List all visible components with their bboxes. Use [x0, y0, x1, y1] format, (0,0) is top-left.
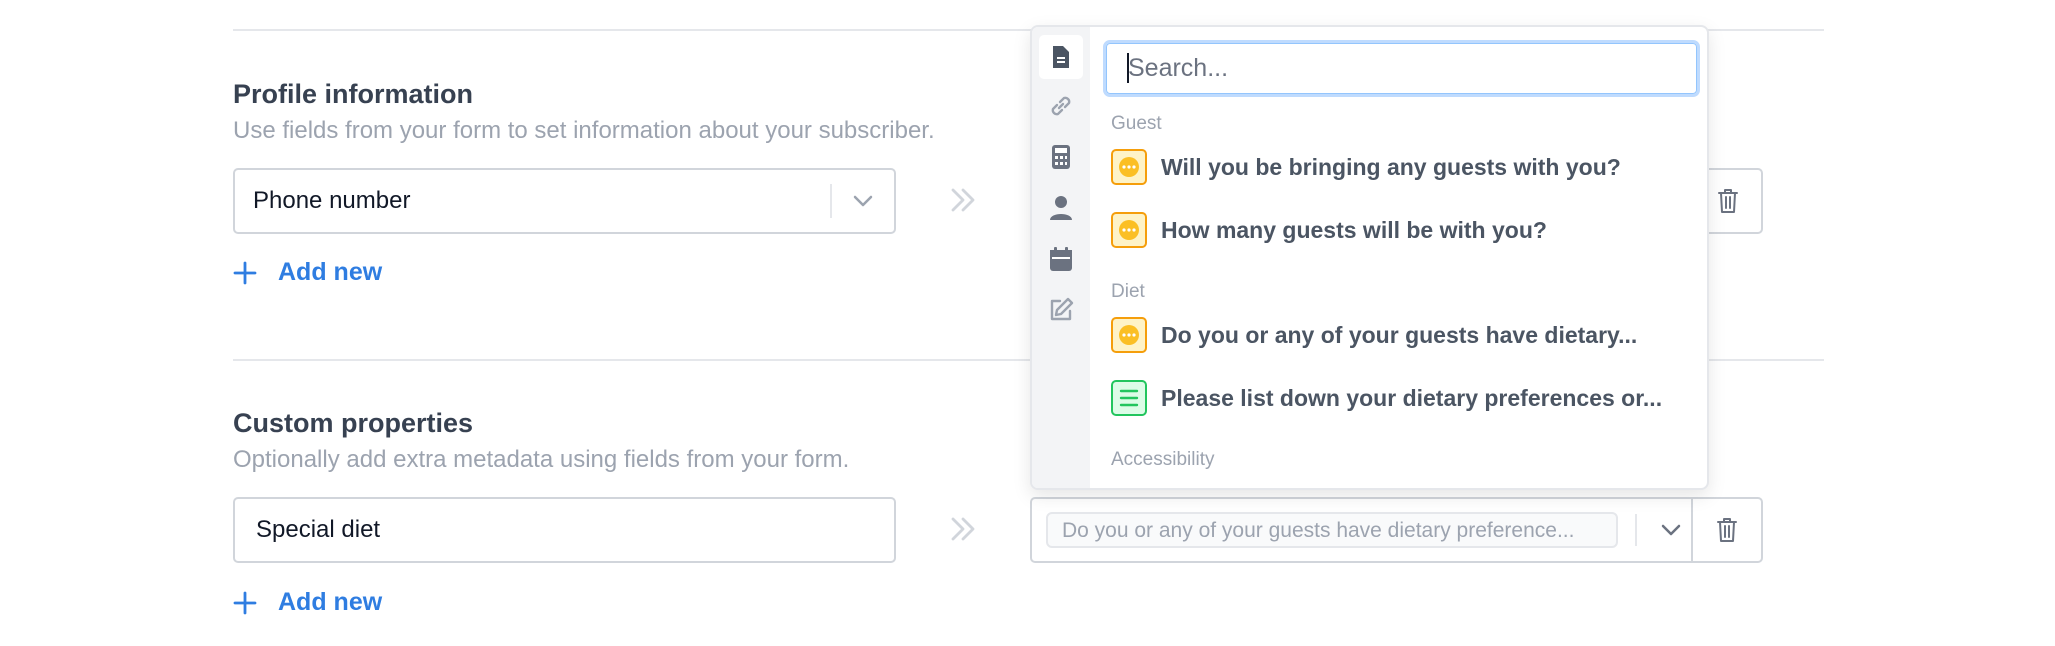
multiple-choice-icon	[1111, 149, 1147, 185]
option-label: Please list down your dietary preference…	[1161, 384, 1663, 411]
mapped-field-chip[interactable]: Do you or any of your guests have dietar…	[1046, 512, 1618, 548]
profile-field-select[interactable]: Phone number	[233, 168, 896, 234]
trash-icon	[1717, 518, 1737, 542]
field-picker-dropdown[interactable]: Guest Will you be bringing any guests wi…	[1030, 25, 1709, 490]
profile-field-value: Phone number	[253, 187, 411, 214]
profile-section-description: Use fields from your form to set informa…	[233, 117, 935, 144]
profile-add-new-button[interactable]: Add new	[232, 258, 382, 287]
custom-field-value: Special diet	[256, 516, 381, 543]
plus-icon	[233, 591, 257, 614]
chevron-down-icon[interactable]	[832, 194, 894, 208]
custom-delete-button[interactable]	[1691, 499, 1761, 561]
option-dietary-restrictions[interactable]: Do you or any of your guests have dietar…	[1111, 317, 1637, 353]
group-label-accessibility: Accessibility	[1111, 449, 1215, 470]
group-label-diet: Diet	[1111, 281, 1145, 302]
double-chevron-right-icon	[948, 184, 980, 216]
option-bringing-guests[interactable]: Will you be bringing any guests with you…	[1111, 149, 1621, 185]
option-label: How many guests will be with you?	[1161, 216, 1547, 243]
double-chevron-right-icon	[948, 513, 980, 545]
profile-section-title: Profile information	[233, 79, 474, 109]
document-icon[interactable]	[1039, 35, 1083, 79]
plus-icon	[233, 261, 257, 284]
multiple-choice-icon	[1111, 212, 1147, 248]
field-search-input[interactable]	[1103, 40, 1700, 97]
edit-icon[interactable]	[1046, 295, 1076, 325]
calendar-icon[interactable]	[1046, 244, 1076, 274]
group-label-guest: Guest	[1111, 113, 1162, 134]
option-label: Will you be bringing any guests with you…	[1161, 153, 1621, 180]
link-icon[interactable]	[1046, 91, 1076, 121]
text-cursor	[1127, 53, 1129, 83]
custom-mapping-select[interactable]: Do you or any of your guests have dietar…	[1030, 497, 1763, 563]
field-type-rail	[1032, 27, 1090, 488]
option-guest-count[interactable]: How many guests will be with you?	[1111, 212, 1547, 248]
chevron-down-icon[interactable]	[1649, 515, 1693, 545]
custom-field-input[interactable]: Special diet	[233, 497, 896, 563]
trash-icon	[1718, 189, 1738, 213]
long-text-icon	[1111, 380, 1147, 416]
option-dietary-preferences[interactable]: Please list down your dietary preference…	[1111, 380, 1662, 416]
person-icon[interactable]	[1046, 193, 1076, 223]
custom-section-title: Custom properties	[233, 408, 474, 438]
custom-section-description: Optionally add extra metadata using fiel…	[233, 446, 850, 473]
multiple-choice-icon	[1111, 317, 1147, 353]
calculator-icon[interactable]	[1046, 142, 1076, 172]
select-separator	[1635, 514, 1637, 546]
custom-add-new-label: Add new	[278, 588, 383, 616]
custom-add-new-button[interactable]: Add new	[232, 588, 382, 617]
option-label: Do you or any of your guests have dietar…	[1161, 321, 1638, 348]
profile-add-new-label: Add new	[278, 258, 383, 286]
